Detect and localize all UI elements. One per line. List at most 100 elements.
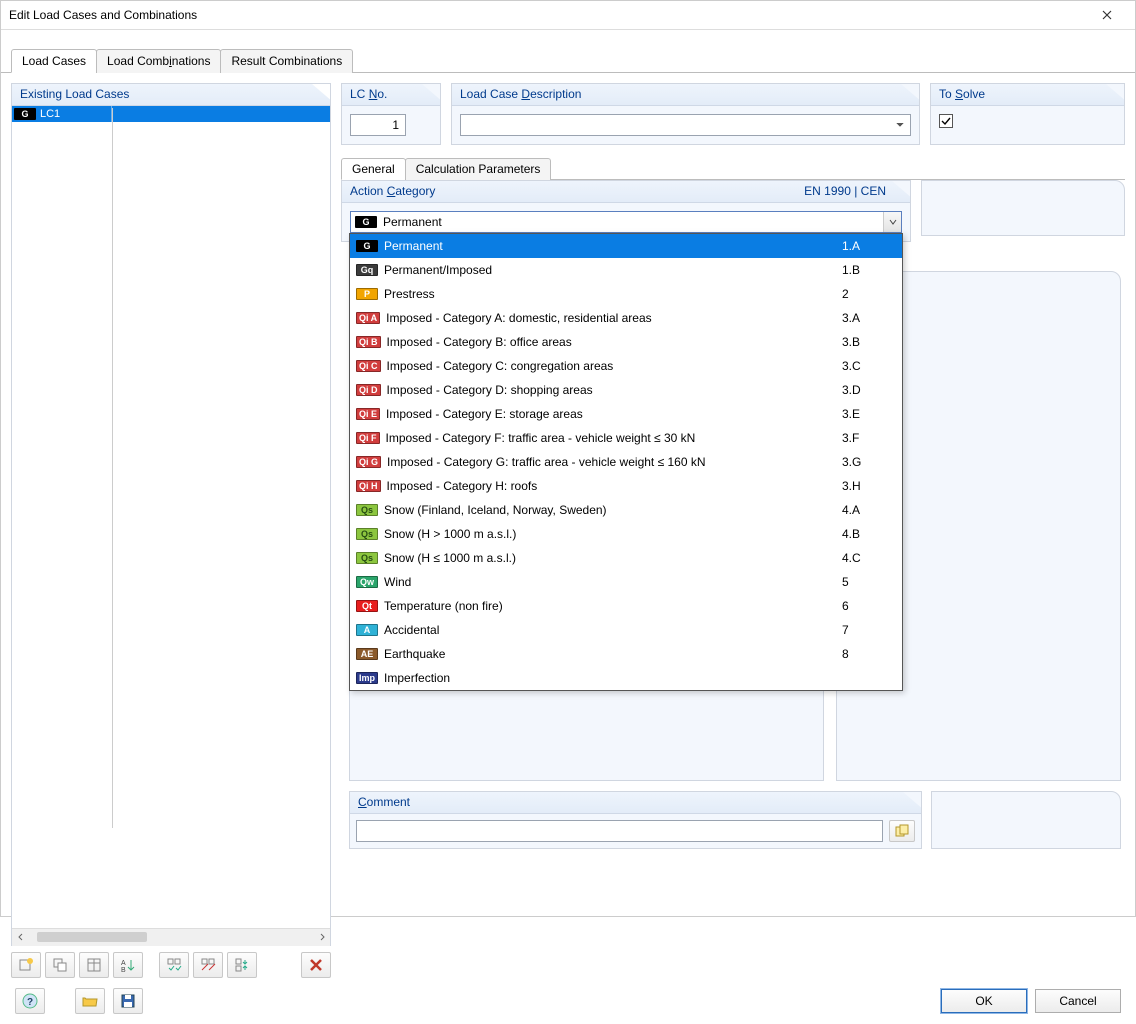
top-row: LC No. Load Case Description bbox=[341, 83, 1125, 145]
reorder-button[interactable] bbox=[227, 952, 257, 978]
action-category-dropdown[interactable]: G Permanent bbox=[350, 211, 902, 233]
dropdown-option[interactable]: Qi CImposed - Category C: congregation a… bbox=[350, 354, 902, 378]
option-tag: P bbox=[356, 288, 378, 300]
dropdown-option[interactable]: QsSnow (H ≤ 1000 m a.s.l.)4.C bbox=[350, 546, 902, 570]
option-label: Imposed - Category B: office areas bbox=[387, 335, 836, 349]
table-icon bbox=[85, 956, 103, 974]
dropdown-option[interactable]: Qi FImposed - Category F: traffic area -… bbox=[350, 426, 902, 450]
dropdown-option[interactable]: Qi EImposed - Category E: storage areas3… bbox=[350, 402, 902, 426]
table-button[interactable] bbox=[79, 952, 109, 978]
ok-button[interactable]: OK bbox=[941, 989, 1027, 1013]
open-button[interactable] bbox=[75, 988, 105, 1014]
dropdown-option[interactable]: AAccidental7 bbox=[350, 618, 902, 642]
lc-row-cell: GLC1 bbox=[12, 106, 112, 122]
option-tag: Gq bbox=[356, 264, 378, 276]
save-button[interactable] bbox=[113, 988, 143, 1014]
dropdown-option[interactable]: Qi HImposed - Category H: roofs3.H bbox=[350, 474, 902, 498]
option-code: 7 bbox=[842, 623, 892, 637]
description-header: Load Case Description bbox=[452, 84, 919, 106]
uncheck-icon bbox=[199, 956, 217, 974]
dropdown-list[interactable]: GPermanent1.AGqPermanent/Imposed1.BPPres… bbox=[349, 233, 903, 691]
tab-load-combinations[interactable]: Load Combinations bbox=[96, 49, 221, 73]
option-code: 3.E bbox=[842, 407, 892, 421]
option-tag: Qi A bbox=[356, 312, 380, 324]
scroll-right-button[interactable] bbox=[313, 929, 330, 946]
reorder-icon bbox=[233, 956, 251, 974]
window-title: Edit Load Cases and Combinations bbox=[9, 8, 197, 22]
option-code: 4.C bbox=[842, 551, 892, 565]
dropdown-option[interactable]: QwWind5 bbox=[350, 570, 902, 594]
dropdown-option[interactable]: AEEarthquake8 bbox=[350, 642, 902, 666]
option-code: 4.B bbox=[842, 527, 892, 541]
text: Load Case bbox=[460, 87, 521, 101]
to-solve-checkbox[interactable] bbox=[939, 114, 953, 128]
dropdown-option[interactable]: QsSnow (H > 1000 m a.s.l.)4.B bbox=[350, 522, 902, 546]
dropdown-option[interactable]: GPermanent1.A bbox=[350, 234, 902, 258]
lc-no-input[interactable] bbox=[350, 114, 406, 136]
list-column-separator bbox=[112, 108, 113, 828]
close-button[interactable] bbox=[1087, 1, 1127, 29]
comment-wrap: Comment bbox=[349, 791, 922, 849]
option-label: Wind bbox=[384, 575, 836, 589]
dropdown-option[interactable]: ImpImperfection bbox=[350, 666, 902, 690]
dropdown-option[interactable]: GqPermanent/Imposed1.B bbox=[350, 258, 902, 282]
dropdown-toggle-button[interactable] bbox=[883, 212, 901, 232]
option-code: 3.C bbox=[842, 359, 892, 373]
text: To bbox=[939, 87, 955, 101]
option-code: 4.A bbox=[842, 503, 892, 517]
existing-load-cases-group: Existing Load Cases GLC1 bbox=[11, 83, 331, 946]
option-code: 3.F bbox=[842, 431, 892, 445]
uncheck-all-button[interactable] bbox=[193, 952, 223, 978]
comment-library-button[interactable] bbox=[889, 820, 915, 842]
help-button[interactable]: ? bbox=[15, 988, 45, 1014]
svg-text:?: ? bbox=[27, 997, 33, 1008]
dropdown-option[interactable]: PPrestress2 bbox=[350, 282, 902, 306]
svg-text:A: A bbox=[121, 960, 126, 967]
sort-button[interactable]: AB bbox=[113, 952, 143, 978]
horizontal-scrollbar[interactable] bbox=[12, 928, 330, 945]
action-category-header: Action Category EN 1990 | CEN bbox=[342, 181, 910, 203]
title-bar: Edit Load Cases and Combinations bbox=[1, 1, 1135, 30]
new-icon bbox=[17, 956, 35, 974]
text: ategory bbox=[395, 184, 435, 198]
new-item-button[interactable] bbox=[11, 952, 41, 978]
option-code: 3.H bbox=[842, 479, 892, 493]
cancel-button[interactable]: Cancel bbox=[1035, 989, 1121, 1013]
option-tag: Qw bbox=[356, 576, 378, 588]
dropdown-option[interactable]: QsSnow (Finland, Iceland, Norway, Sweden… bbox=[350, 498, 902, 522]
dropdown-option[interactable]: Qi BImposed - Category B: office areas3.… bbox=[350, 330, 902, 354]
dropdown-option[interactable]: Qi AImposed - Category A: domestic, resi… bbox=[350, 306, 902, 330]
check-all-button[interactable] bbox=[159, 952, 189, 978]
description-combobox[interactable] bbox=[460, 114, 911, 136]
chevron-right-icon bbox=[318, 933, 326, 941]
text: C bbox=[358, 795, 367, 809]
delete-button[interactable] bbox=[301, 952, 331, 978]
scroll-track[interactable] bbox=[29, 929, 313, 946]
tab-load-cases[interactable]: Load Cases bbox=[11, 49, 97, 73]
selected-category-label: Permanent bbox=[383, 215, 442, 229]
scroll-thumb[interactable] bbox=[37, 932, 147, 942]
dropdown-option[interactable]: Qi GImposed - Category G: traffic area -… bbox=[350, 450, 902, 474]
load-case-list[interactable]: GLC1 bbox=[12, 106, 330, 928]
dropdown-option[interactable]: QtTemperature (non fire)6 bbox=[350, 594, 902, 618]
dropdown-option[interactable]: Qi DImposed - Category D: shopping areas… bbox=[350, 378, 902, 402]
scroll-left-button[interactable] bbox=[12, 929, 29, 946]
subtab-calc-params[interactable]: Calculation Parameters bbox=[405, 158, 552, 180]
comment-header: Comment bbox=[350, 792, 921, 814]
option-tag: Qs bbox=[356, 528, 378, 540]
lc-no-header: LC No. bbox=[342, 84, 440, 106]
help-icon: ? bbox=[21, 992, 39, 1010]
option-label: Imposed - Category D: shopping areas bbox=[387, 383, 836, 397]
option-label: Snow (Finland, Iceland, Norway, Sweden) bbox=[384, 503, 836, 517]
load-case-row[interactable]: GLC1 bbox=[12, 106, 330, 122]
action-category-label: Action Category bbox=[350, 184, 435, 198]
subtab-general[interactable]: General bbox=[341, 158, 406, 180]
tab-result-combinations[interactable]: Result Combinations bbox=[220, 49, 353, 73]
option-tag: Qi G bbox=[356, 456, 381, 468]
text: omment bbox=[367, 795, 410, 809]
option-label: Permanent bbox=[384, 239, 836, 253]
copy-item-button[interactable] bbox=[45, 952, 75, 978]
delete-icon bbox=[307, 956, 325, 974]
right-column: LC No. Load Case Description bbox=[341, 83, 1125, 978]
comment-combobox[interactable] bbox=[356, 820, 883, 842]
